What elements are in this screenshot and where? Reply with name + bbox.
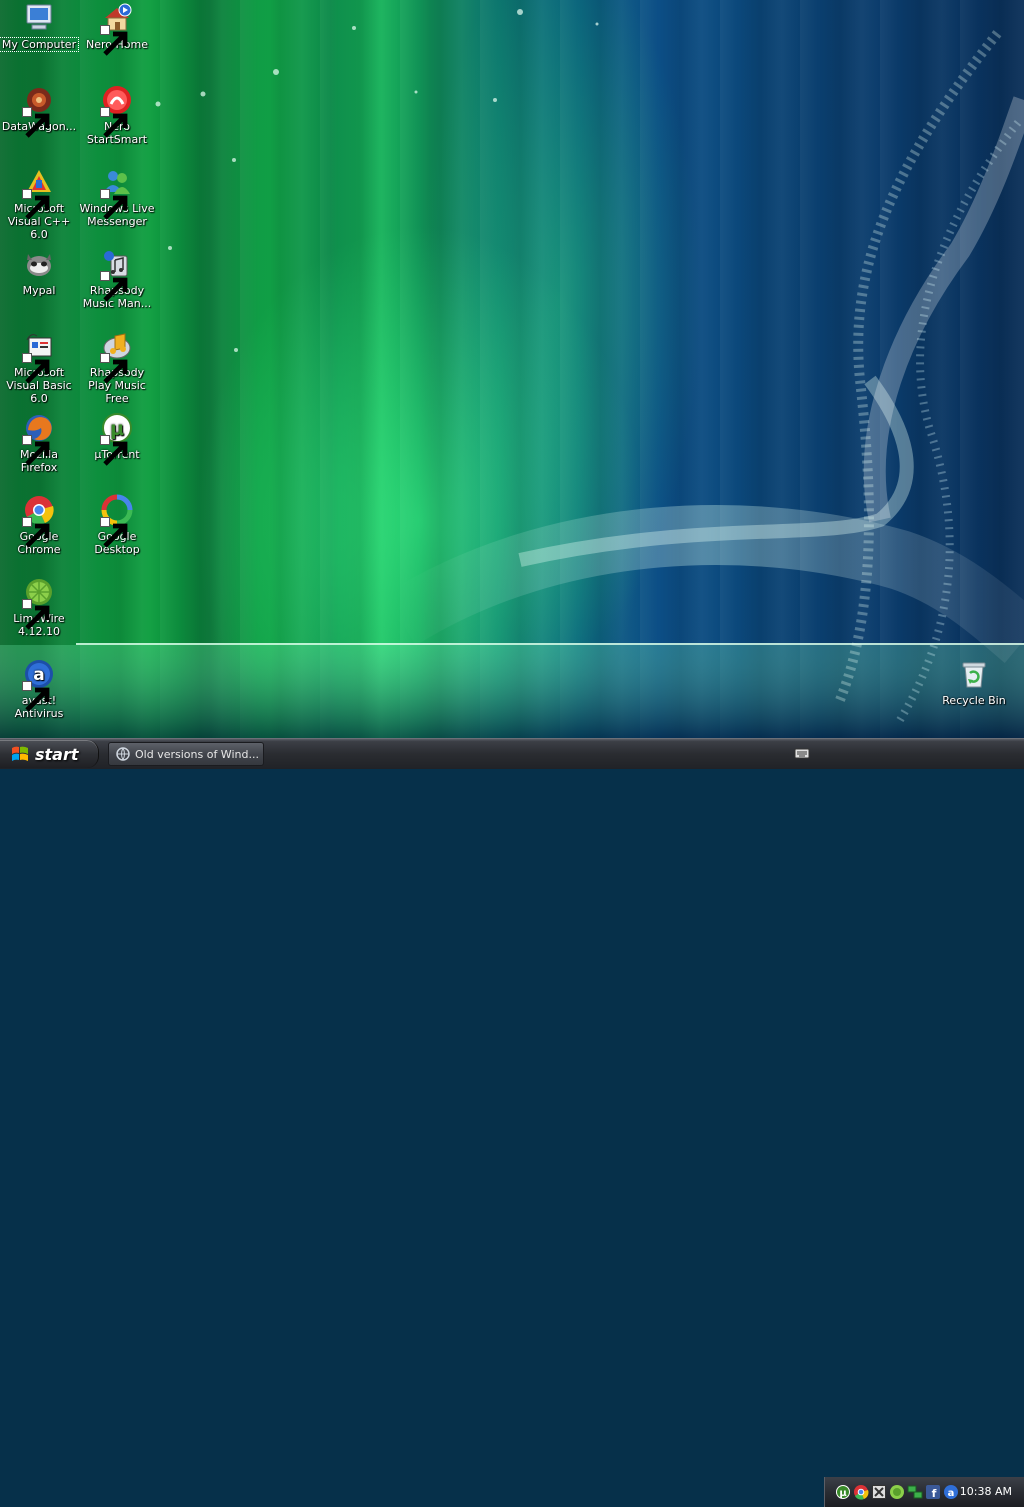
avast-icon: a [22, 658, 55, 712]
desktop-icon-windows-live-messenger[interactable]: Windows Live Messenger [78, 166, 156, 228]
clock[interactable]: 10:38 AM [960, 1485, 1012, 1498]
browser-window-icon [116, 747, 130, 761]
shortcut-arrow-icon [22, 599, 50, 630]
desktop-icon-rhapsody-music-manager[interactable]: Rhapsody Music Man... [78, 248, 156, 310]
shortcut-arrow-icon [100, 25, 128, 56]
recycle-bin-icon [958, 658, 990, 690]
mypal-icon [23, 248, 55, 280]
avast-tray-icon[interactable]: a [943, 1484, 959, 1500]
task-label: Old versions of Wind... [135, 747, 259, 761]
shortcut-arrow-icon [100, 271, 128, 302]
visual-basic-icon [22, 330, 55, 384]
shortcut-arrow-icon [100, 517, 128, 548]
network-tray-icon[interactable] [907, 1484, 923, 1500]
rhapsody-play-icon [100, 330, 133, 384]
svg-text:f: f [932, 1487, 937, 1500]
desktop[interactable]: My Computer DataWagon... Microsoft Visua… [0, 0, 1024, 738]
shortcut-arrow-icon [22, 435, 50, 466]
icon-label: Recycle Bin [942, 694, 1006, 707]
desktop-icon-nero-home[interactable]: Nero Home [78, 2, 156, 56]
svg-text:a: a [948, 1488, 955, 1499]
chrome-tray-icon[interactable] [853, 1484, 869, 1500]
start-label: start [35, 744, 79, 764]
desktop-icon-mypal[interactable]: Mypal [0, 248, 78, 297]
desktop-icon-my-computer[interactable]: My Computer [0, 2, 79, 52]
icon-label: My Computer [0, 37, 79, 52]
shortcut-arrow-icon [22, 353, 50, 384]
shortcut-arrow-icon [22, 189, 50, 220]
nero-startsmart-icon [100, 84, 133, 138]
desktop-icon-visual-cpp[interactable]: Microsoft Visual C++ 6.0 [0, 166, 78, 241]
utorrent-icon: µ [100, 412, 133, 466]
limewire-icon [22, 576, 55, 630]
shortcut-arrow-icon [100, 353, 128, 384]
visual-cpp-icon [22, 166, 55, 220]
desktop-icon-firefox[interactable]: Mozilla Firefox [0, 412, 78, 474]
shortcut-arrow-icon [100, 435, 128, 466]
utorrent-tray-icon[interactable]: µ [835, 1484, 851, 1500]
firefox-icon [22, 412, 55, 466]
desktop-icon-limewire[interactable]: LimeWire 4.12.10 [0, 576, 78, 638]
shortcut-arrow-icon [22, 517, 50, 548]
start-button[interactable]: start [0, 740, 99, 768]
datawagon-icon [22, 84, 55, 138]
desktop-icon-google-chrome[interactable]: Google Chrome [0, 494, 78, 556]
shortcut-arrow-icon [22, 681, 50, 712]
google-desktop-icon [100, 494, 133, 548]
desktop-icon-datawagon[interactable]: DataWagon... [0, 84, 78, 138]
windows-live-messenger-icon [100, 166, 133, 220]
desktop-icon-rhapsody-play[interactable]: Rhapsody Play Music Free [78, 330, 156, 405]
facebook-tray-icon[interactable]: f [925, 1484, 941, 1500]
svg-text:µ: µ [839, 1488, 847, 1499]
keyboard-icon[interactable] [794, 746, 810, 760]
rhapsody-music-manager-icon [100, 248, 133, 302]
desktop-icon-visual-basic[interactable]: Microsoft Visual Basic 6.0 [0, 330, 78, 405]
shortcut-arrow-icon [22, 107, 50, 138]
shortcut-arrow-icon [100, 107, 128, 138]
xcross-tray-icon[interactable] [871, 1484, 887, 1500]
limewire-tray-icon[interactable] [889, 1484, 905, 1500]
windows-logo-icon [12, 746, 28, 761]
chrome-icon [22, 494, 55, 548]
taskbar-task-old-versions[interactable]: Old versions of Wind... [108, 742, 264, 766]
system-tray: µ f a 10:38 AM [824, 1477, 1024, 1507]
taskbar: start Old versions of Wind... µ f a 10:3… [0, 738, 1024, 1507]
nero-home-icon [100, 2, 133, 56]
desktop-icon-avast[interactable]: a avast! Antivirus [0, 658, 78, 720]
desktop-icon-recycle-bin[interactable]: Recycle Bin [935, 658, 1013, 707]
desktop-icon-google-desktop[interactable]: Google Desktop [78, 494, 156, 556]
shortcut-arrow-icon [100, 189, 128, 220]
my-computer-icon [23, 2, 55, 34]
icon-label: Mypal [22, 284, 56, 297]
desktop-icon-nero-startsmart[interactable]: Nero StartSmart [78, 84, 156, 146]
desktop-icon-utorrent[interactable]: µ µTorrent [78, 412, 156, 466]
